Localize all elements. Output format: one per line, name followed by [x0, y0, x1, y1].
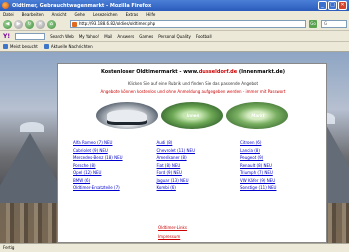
category-column-1: Alfa Romeo (7) NEU Cabriolet (9) NEU Mer… [73, 139, 151, 192]
yahoo-logo[interactable]: Y! [3, 33, 10, 40]
category-columns: Alfa Romeo (7) NEU Cabriolet (9) NEU Mer… [73, 139, 318, 192]
category-link[interactable]: Lancia (8) [240, 147, 318, 155]
bookmark-most-visited[interactable]: Meist besucht [3, 44, 38, 49]
menu-tools[interactable]: Extras [126, 12, 139, 17]
category-link[interactable]: Amerikaner (8) [157, 154, 235, 162]
menu-edit[interactable]: Bearbeiten [22, 12, 44, 17]
window-title: Oldtimer, Gebrauchtwagenmarkt - Mozilla … [12, 2, 152, 9]
page-viewport[interactable]: Kostenloser Oldtimermarkt - www.dusseldo… [0, 52, 349, 243]
category-link[interactable]: Fiat (8) NEU [157, 162, 235, 170]
menu-bar: Datei Bearbeiten Ansicht Gehe Lesezeiche… [0, 11, 349, 18]
search-input[interactable]: G [321, 20, 347, 28]
banner-markt[interactable]: Markt [226, 102, 288, 129]
yahoo-search-input[interactable] [15, 32, 46, 40]
category-link[interactable]: Sonstige (11) NEU [240, 184, 318, 192]
title-prefix: Kostenloser Oldtimermarkt - www. [100, 69, 199, 75]
category-link[interactable]: Triumph (7) NEU [240, 169, 318, 177]
snow-cap [20, 122, 44, 132]
firefox-icon [2, 2, 9, 9]
go-button[interactable]: Go [309, 20, 317, 28]
content-panel: Kostenloser Oldtimermarkt - www.dusseldo… [57, 63, 327, 243]
category-link[interactable]: Opel (12) NEU [73, 169, 151, 177]
banner-text: Innen [186, 113, 200, 118]
category-column-2: Audi (8) Chevrolet (11) NEU Amerikaner (… [157, 139, 235, 192]
yahoo-football[interactable]: Football [196, 34, 212, 39]
search-engine-label: G [324, 21, 328, 26]
window-controls: _ □ ✕ [318, 1, 347, 10]
back-button[interactable]: ◀ [3, 19, 12, 29]
category-link[interactable]: Chevrolet (11) NEU [157, 147, 235, 155]
rss-icon [43, 44, 49, 49]
yahoo-search-web[interactable]: Search Web [50, 34, 74, 39]
menu-view[interactable]: Ansicht [52, 12, 67, 17]
banner-innenmarkt[interactable]: Innen [161, 102, 223, 129]
category-link[interactable]: Alfa Romeo (7) NEU [73, 139, 151, 147]
bookmarks-toolbar: Meist besucht Aktuelle Nachrichten [0, 42, 349, 52]
bookmark-label: Meist besucht [10, 44, 38, 49]
menu-go[interactable]: Gehe [74, 12, 85, 17]
category-link[interactable]: BMW (6) [73, 177, 151, 185]
extra-links: Oldtimer-Links Impressum [158, 223, 238, 241]
bookmark-latest-news[interactable]: Aktuelle Nachrichten [43, 44, 93, 49]
category-column-3: Citroen (6) Lancia (8) Peugeot (9) Renau… [240, 139, 318, 192]
page-title: Kostenloser Oldtimermarkt - www.dusseldo… [68, 69, 318, 75]
yahoo-answers[interactable]: Answers [117, 34, 134, 39]
banner-text: Markt [251, 113, 265, 118]
category-link[interactable]: Porsche (8) [73, 162, 151, 170]
category-link[interactable]: Oldtimer-Ersatzteile (7) [73, 184, 151, 192]
menu-file[interactable]: Datei [3, 12, 14, 17]
page-subtitle: Klicken Sie auf eine Rubrik und finden S… [127, 81, 259, 86]
maximize-button[interactable]: □ [328, 1, 337, 10]
title-highlight[interactable]: dusseldorf.de [199, 69, 237, 75]
category-link[interactable]: VW Käfer (9) NEU [240, 177, 318, 185]
bookmark-icon [3, 44, 8, 49]
banner-car[interactable] [96, 102, 158, 129]
status-text: Fertig [3, 245, 15, 250]
category-link[interactable]: Jaguar (13) NEU [157, 177, 235, 185]
yahoo-my-yahoo[interactable]: My Yahoo! [79, 34, 99, 39]
title-suffix: (Innenmarkt.de) [237, 69, 286, 75]
category-link[interactable]: Audi (8) [157, 139, 235, 147]
yahoo-games[interactable]: Games [139, 34, 153, 39]
category-link[interactable]: Ford (9) NEU [157, 169, 235, 177]
yahoo-mail[interactable]: Mail [104, 34, 112, 39]
window-titlebar: Oldtimer, Gebrauchtwagenmarkt - Mozilla … [0, 0, 349, 11]
menu-bookmarks[interactable]: Lesezeichen [93, 12, 118, 17]
reload-button[interactable]: ↻ [25, 19, 34, 29]
close-button[interactable]: ✕ [338, 1, 347, 10]
forward-button[interactable]: ▶ [14, 19, 23, 29]
oldtimer-links-link[interactable]: Oldtimer-Links [158, 223, 238, 232]
category-link[interactable]: Kombi (6) [157, 184, 235, 192]
impressum-link[interactable]: Impressum [158, 232, 238, 241]
category-link[interactable]: Peugeot (9) [240, 154, 318, 162]
stop-button[interactable]: ✕ [36, 19, 45, 29]
car-image [107, 110, 147, 122]
minimize-button[interactable]: _ [318, 1, 327, 10]
menu-help[interactable]: Hilfe [146, 12, 155, 17]
url-bar[interactable]: http://93.188.6.82/oldies/oldtimer.php [70, 20, 306, 28]
bookmark-label: Aktuelle Nachrichten [50, 44, 93, 49]
page-icon [72, 22, 77, 27]
url-text: http://93.188.6.82/oldies/oldtimer.php [79, 21, 156, 26]
notice-text: Angebote können kostenlos und ohne Anmel… [100, 89, 286, 94]
category-link[interactable]: Mercedes-Benz (18) NEU [73, 154, 151, 162]
category-link[interactable]: Cabriolet (9) NEU [73, 147, 151, 155]
category-link[interactable]: Renault (8) NEU [240, 162, 318, 170]
yahoo-toolbar: Y! Search Web My Yahoo! Mail Answers Gam… [0, 31, 349, 42]
status-bar: Fertig [0, 243, 349, 252]
category-link[interactable]: Citroen (6) [240, 139, 318, 147]
navigation-toolbar: ◀ ▶ ↻ ✕ ⌂ http://93.188.6.82/oldies/oldt… [0, 18, 349, 31]
home-button[interactable]: ⌂ [47, 19, 56, 29]
yahoo-personal[interactable]: Personal Quality [158, 34, 191, 39]
